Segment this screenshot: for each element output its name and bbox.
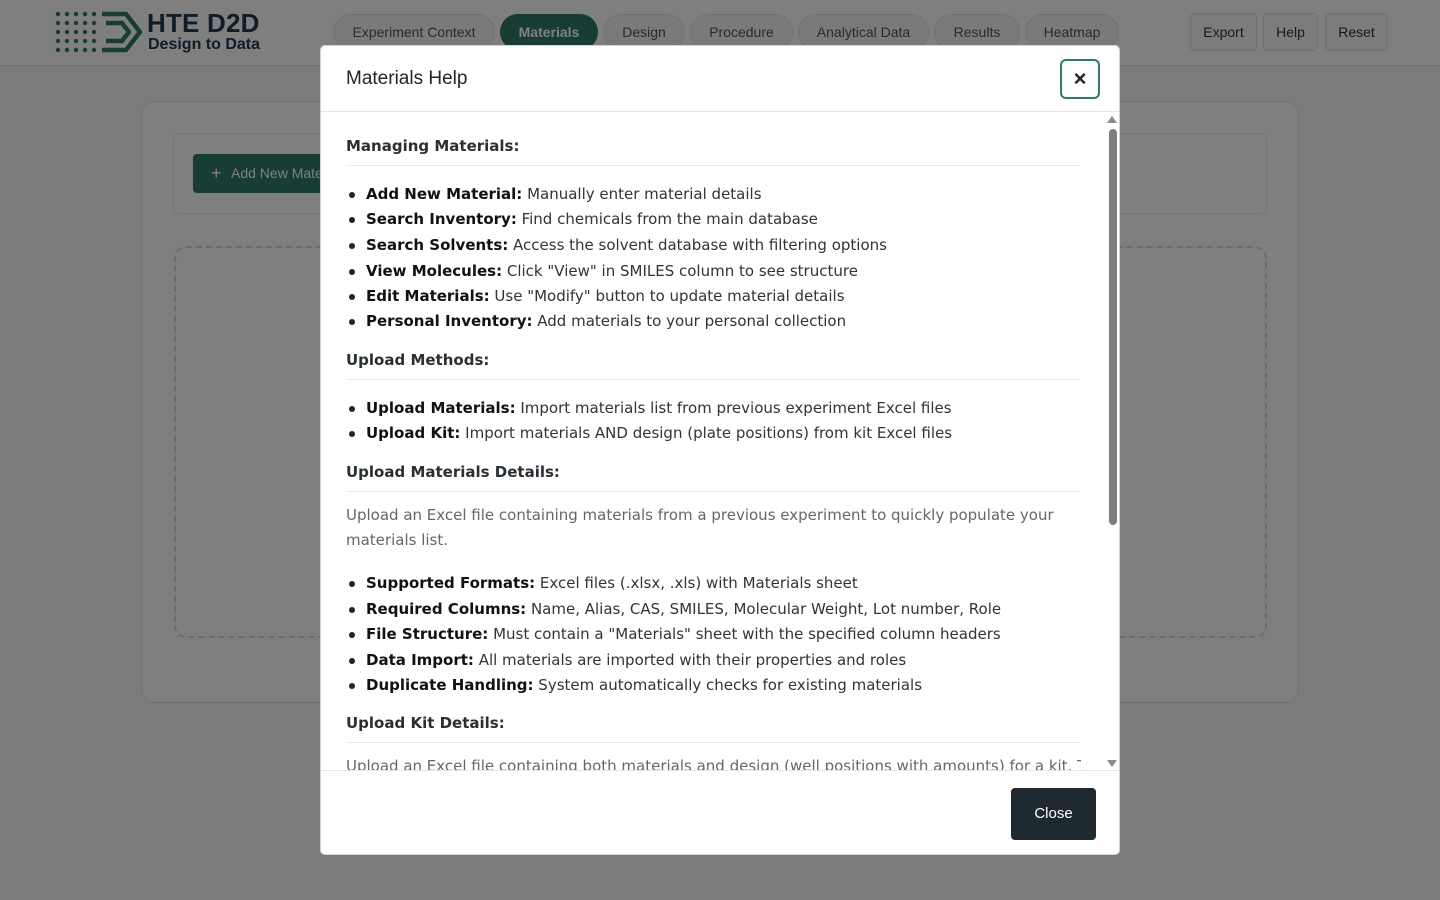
list-item: Personal Inventory: Add materials to you…: [348, 312, 847, 330]
close-button[interactable]: Close: [1011, 788, 1096, 840]
scroll-down-arrow-icon[interactable]: [1107, 760, 1117, 767]
list-item: Edit Materials: Use "Modify" button to u…: [349, 287, 845, 305]
list-item: View Molecules: Click "View" in SMILES c…: [349, 262, 858, 280]
scroll-up-arrow-icon[interactable]: [1107, 116, 1117, 123]
modal-title: Materials Help: [346, 68, 468, 89]
scrollbar-thumb[interactable]: [1109, 129, 1117, 525]
section-heading-upload-methods: Upload Methods:: [346, 351, 1081, 380]
list-item: Search Solvents: Access the solvent data…: [349, 236, 887, 254]
modal-header: Materials Help ×: [321, 46, 1119, 112]
close-icon[interactable]: ×: [1060, 59, 1100, 99]
list-item: Upload Materials: Import materials list …: [349, 399, 952, 417]
list-item: Add New Material: Manually enter materia…: [349, 185, 762, 203]
modal-body[interactable]: Managing Materials: Add New Material: Ma…: [321, 113, 1119, 770]
section-heading-upload-kit-details: Upload Kit Details:: [346, 714, 1081, 743]
list-item: Data Import: All materials are imported …: [348, 651, 907, 669]
list-item: Required Columns: Name, Alias, CAS, SMIL…: [348, 600, 1002, 618]
modal-footer: Close: [321, 770, 1119, 854]
list-item: Upload Kit: Import materials AND design …: [348, 424, 953, 442]
list-item: Supported Formats: Excel files (.xlsx, .…: [349, 574, 858, 592]
section-heading-upload-materials-details: Upload Materials Details:: [346, 463, 1081, 492]
list-item: File Structure: Must contain a "Material…: [349, 625, 1001, 643]
materials-help-modal: Materials Help × Managing Materials: Add…: [320, 45, 1120, 855]
upload-materials-description: Upload an Excel file containing material…: [346, 506, 1054, 549]
list-item: Duplicate Handling: System automatically…: [348, 676, 923, 694]
section-heading-managing: Managing Materials:: [346, 137, 1081, 166]
list-item: Search Inventory: Find chemicals from th…: [349, 210, 818, 228]
upload-kit-description: Upload an Excel file containing both mat…: [346, 757, 1081, 770]
